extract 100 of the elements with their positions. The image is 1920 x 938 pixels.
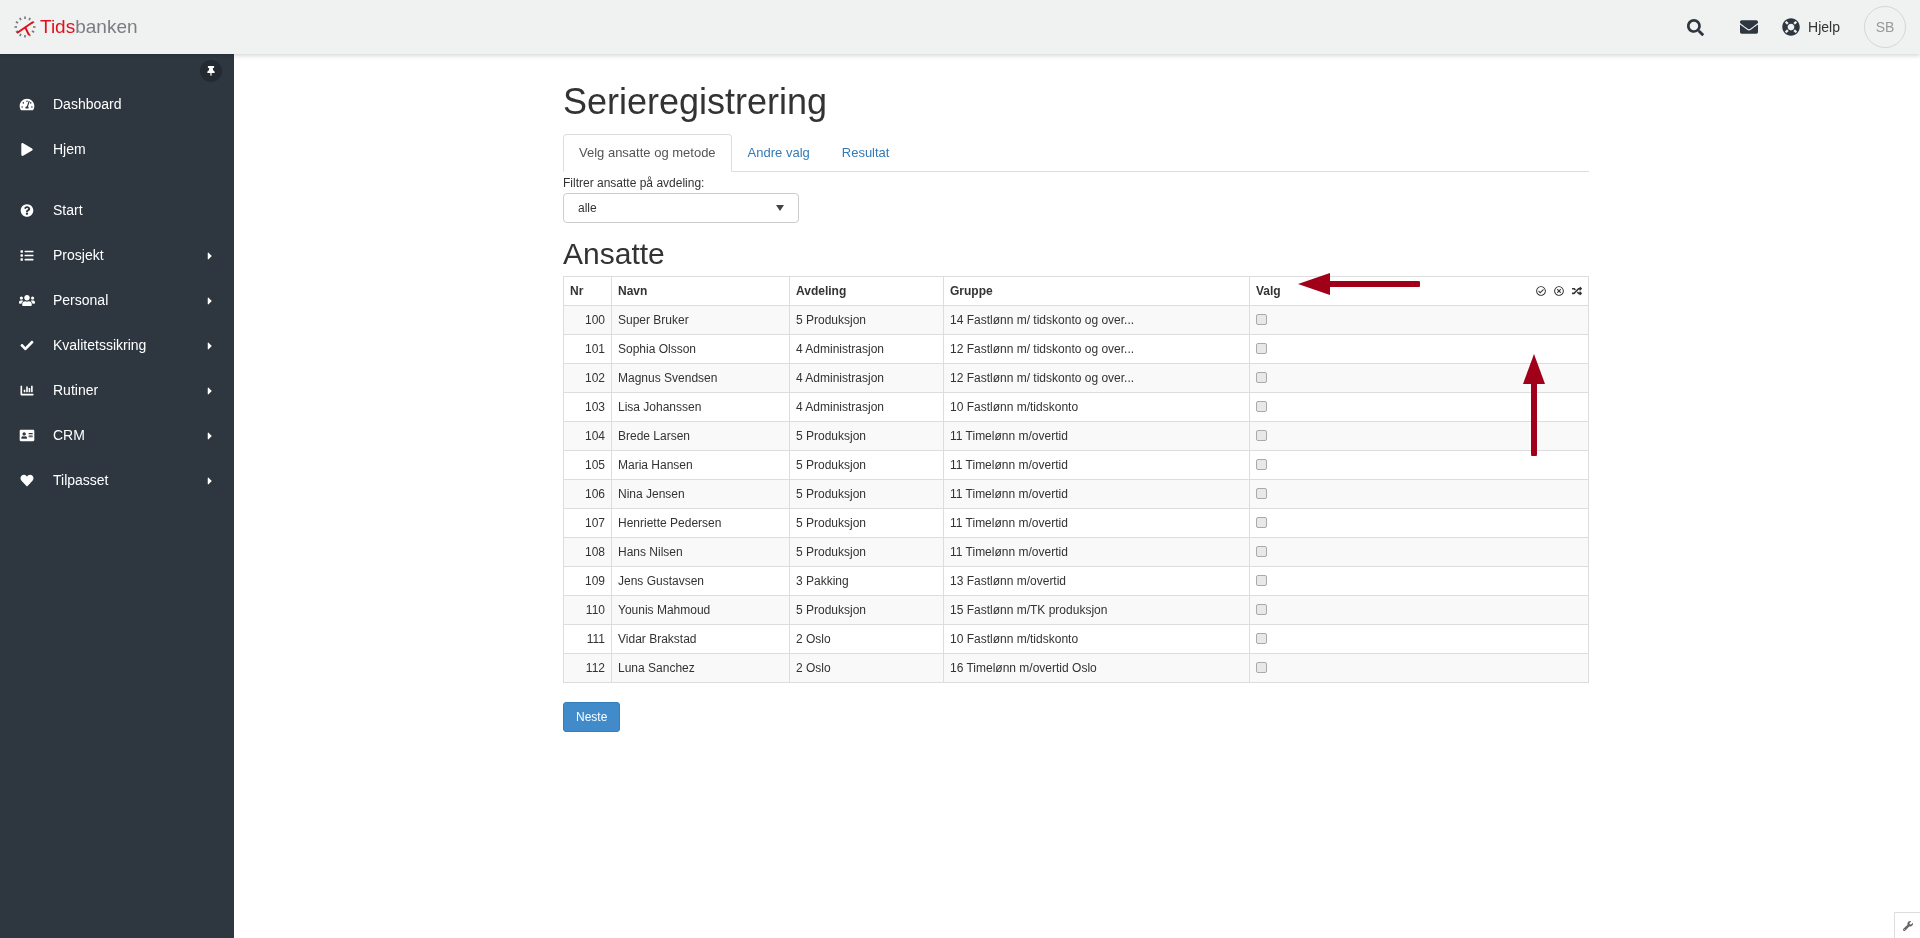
table-cell: 13 Fastlønn m/overtid (943, 566, 1250, 596)
page-title: Serieregistrering (563, 82, 829, 122)
table-cell: 11 Timelønn m/overtid (943, 450, 1250, 480)
table-cell: Nina Jensen (611, 479, 790, 509)
checkbox[interactable] (1256, 633, 1267, 645)
brand-name: Tidsbanken (40, 14, 138, 39)
table-cell: Henriette Pedersen (611, 508, 790, 538)
table-cell: 112 (563, 653, 612, 683)
question-icon (19, 204, 35, 217)
bar-chart-icon (19, 384, 35, 397)
sidebar-item[interactable]: Rutiner (0, 368, 234, 413)
pin-button[interactable] (200, 60, 222, 82)
table-cell: Magnus Svendsen (611, 363, 790, 393)
table-cell: 5 Produksjon (789, 421, 944, 451)
sidebar-item[interactable]: Hjem (0, 127, 234, 172)
checkbox[interactable] (1256, 343, 1267, 355)
select-all-icon[interactable] (1536, 285, 1546, 296)
table-cell: Luna Sanchez (611, 653, 790, 683)
checkbox[interactable] (1256, 488, 1267, 500)
checkbox[interactable] (1256, 662, 1267, 674)
tab[interactable]: Andre valg (731, 133, 826, 172)
column-header: Nr (563, 276, 612, 306)
sidebar-item[interactable]: Personal (0, 278, 234, 323)
table-cell: 110 (563, 595, 612, 625)
table-cell: 101 (563, 334, 612, 364)
table-cell: 106 (563, 479, 612, 509)
tab[interactable]: Resultat (825, 133, 906, 172)
table-cell: 11 Timelønn m/overtid (943, 537, 1250, 567)
heart-icon (19, 474, 35, 487)
sidebar-item[interactable]: Kvalitetssikring (0, 323, 234, 368)
table-cell: 102 (563, 363, 612, 393)
id-card-icon (19, 429, 35, 442)
help-link[interactable]: Hjelp (1808, 16, 1840, 38)
table-cell: 2 Oslo (789, 624, 944, 654)
table-cell: Super Bruker (611, 305, 790, 335)
logo-icon (14, 16, 36, 38)
table-cell: 4 Administrasjon (789, 334, 944, 364)
section-title: Ansatte (563, 236, 666, 270)
checkbox[interactable] (1256, 604, 1267, 616)
table-cell: 12 Fastlønn m/ tidskonto og over... (943, 334, 1250, 364)
column-header: Valg (1249, 276, 1589, 306)
table-cell: 3 Pakking (789, 566, 944, 596)
table-cell: 10 Fastlønn m/tidskonto (943, 624, 1250, 654)
caret-icon (776, 204, 784, 211)
play-icon (19, 143, 35, 156)
table-cell: 108 (563, 537, 612, 567)
mail-icon[interactable] (1740, 18, 1759, 36)
table-cell: 103 (563, 392, 612, 422)
checkbox[interactable] (1256, 372, 1267, 384)
table-cell: Lisa Johanssen (611, 392, 790, 422)
sidebar-item[interactable]: Prosjekt (0, 233, 234, 278)
table-cell: 11 Timelønn m/overtid (943, 479, 1250, 509)
check-icon (19, 339, 35, 352)
help-icon[interactable] (1782, 18, 1801, 36)
table-cell: 4 Administrasjon (789, 363, 944, 393)
table-cell: 100 (563, 305, 612, 335)
table-cell: 10 Fastlønn m/tidskonto (943, 392, 1250, 422)
pin-icon (206, 66, 216, 76)
table-cell: 2 Oslo (789, 653, 944, 683)
settings-button[interactable] (1894, 912, 1920, 938)
shuffle-icon[interactable] (1572, 285, 1582, 296)
sidebar-item[interactable]: Tilpasset (0, 458, 234, 503)
sidebar-item[interactable]: Dashboard (0, 82, 234, 127)
list-icon (19, 249, 35, 262)
sidebar-item[interactable]: Start (0, 188, 234, 233)
checkbox[interactable] (1256, 430, 1267, 442)
table-cell: 111 (563, 624, 612, 654)
column-header: Gruppe (943, 276, 1250, 306)
table-cell: 5 Produksjon (789, 450, 944, 480)
dashboard-icon (19, 98, 35, 111)
checkbox[interactable] (1256, 459, 1267, 471)
table-cell: 107 (563, 508, 612, 538)
checkbox[interactable] (1256, 314, 1267, 326)
column-header: Avdeling (789, 276, 944, 306)
sidebar-item[interactable]: CRM (0, 413, 234, 458)
checkbox[interactable] (1256, 401, 1267, 413)
table-cell: 5 Produksjon (789, 479, 944, 509)
checkbox[interactable] (1256, 517, 1267, 529)
checkbox[interactable] (1256, 546, 1267, 558)
people-icon (19, 294, 35, 307)
table-cell: 11 Timelønn m/overtid (943, 421, 1250, 451)
table-cell: 12 Fastlønn m/ tidskonto og over... (943, 363, 1250, 393)
checkbox[interactable] (1256, 575, 1267, 587)
column-header: Navn (611, 276, 790, 306)
deselect-all-icon[interactable] (1554, 285, 1564, 296)
table-cell: 105 (563, 450, 612, 480)
table-cell: 5 Produksjon (789, 595, 944, 625)
table-cell: 5 Produksjon (789, 305, 944, 335)
tab[interactable]: Velg ansatte og metode (563, 133, 732, 172)
table-cell: 14 Fastlønn m/ tidskonto og over... (943, 305, 1250, 335)
table-cell: Vidar Brakstad (611, 624, 790, 654)
next-button[interactable]: Neste (563, 701, 621, 732)
table-cell: 16 Timelønn m/overtid Oslo (943, 653, 1250, 683)
table-cell: Younis Mahmoud (611, 595, 790, 625)
table-cell: Jens Gustavsen (611, 566, 790, 596)
table-cell: Sophia Olsson (611, 334, 790, 364)
department-select[interactable]: alle (563, 192, 799, 223)
table-cell: Hans Nilsen (611, 537, 790, 567)
wrench-icon (1902, 920, 1913, 931)
search-icon[interactable] (1687, 18, 1705, 36)
